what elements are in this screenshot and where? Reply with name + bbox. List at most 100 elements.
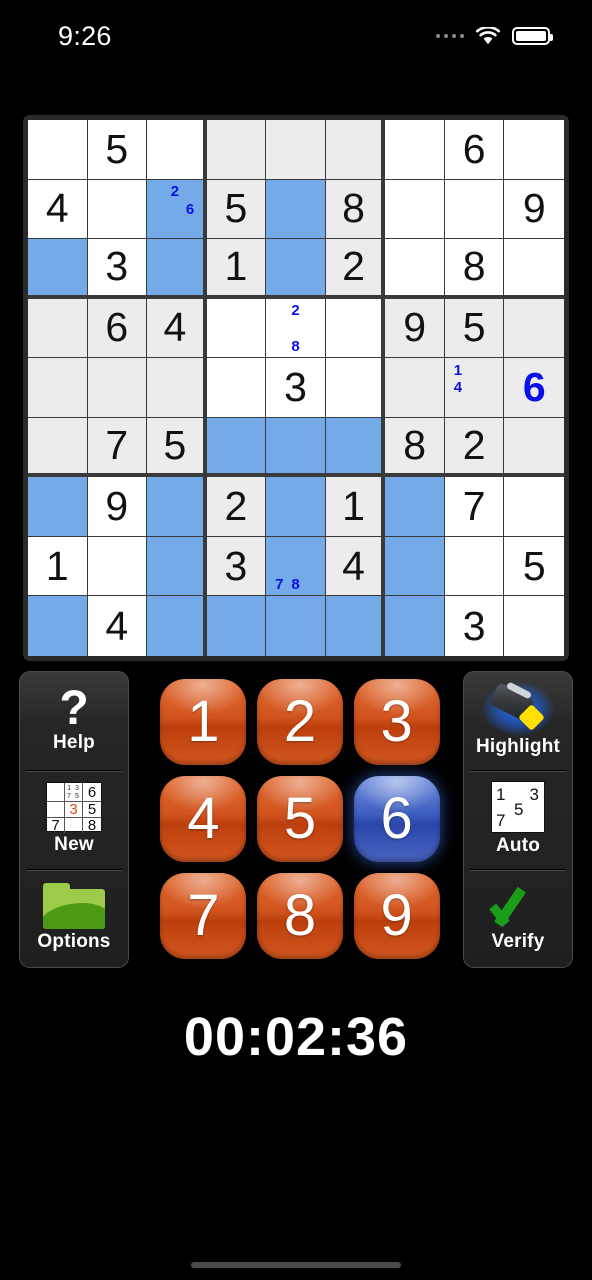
sudoku-cell-r7c2[interactable]: 9: [87, 477, 148, 537]
sudoku-cell-r5c9[interactable]: 6: [504, 358, 564, 418]
sudoku-cell-r8c2[interactable]: [87, 536, 148, 597]
sudoku-cell-r8c1[interactable]: 1: [28, 536, 88, 597]
numpad-button-6[interactable]: 6: [353, 775, 440, 862]
sudoku-cell-r5c4[interactable]: [206, 358, 267, 418]
sudoku-cell-r4c6[interactable]: [325, 298, 386, 359]
sudoku-cell-r5c1[interactable]: [28, 358, 88, 418]
sudoku-cell-r7c9[interactable]: [504, 477, 564, 537]
numpad-button-1[interactable]: 1: [160, 679, 247, 766]
auto-button[interactable]: 1 3 5 7 Auto: [464, 770, 572, 868]
sudoku-cell-r8c9[interactable]: 5: [504, 536, 564, 597]
sudoku-cell-r3c9[interactable]: [504, 239, 564, 299]
sudoku-cell-r8c5[interactable]: 78: [266, 536, 326, 597]
sudoku-cell-r7c3[interactable]: [147, 477, 207, 537]
sudoku-cell-r4c4[interactable]: [206, 298, 267, 359]
sudoku-cell-r1c8[interactable]: 6: [444, 120, 505, 180]
sudoku-cell-r9c9[interactable]: [504, 596, 564, 656]
sudoku-cell-r9c3[interactable]: [147, 596, 207, 656]
sudoku-cell-r1c5[interactable]: [266, 120, 326, 180]
highlight-button[interactable]: Highlight: [464, 672, 572, 770]
new-game-button[interactable]: 1 37 5 6 3 5 7 8 New: [20, 770, 128, 868]
sudoku-cell-r8c4[interactable]: 3: [206, 536, 267, 597]
sudoku-cell-r4c3[interactable]: 4: [147, 298, 207, 359]
options-button[interactable]: Options: [20, 868, 128, 967]
numpad-button-8[interactable]: 8: [256, 872, 343, 959]
sudoku-cell-r6c1[interactable]: [28, 417, 88, 478]
sudoku-grid[interactable]: 56426589312864289531467582921713784543: [28, 120, 564, 656]
sudoku-cell-r8c3[interactable]: [147, 536, 207, 597]
sudoku-cell-r8c8[interactable]: [444, 536, 505, 597]
cell-value: 3: [284, 363, 307, 410]
sudoku-cell-r6c5[interactable]: [266, 417, 326, 478]
sudoku-cell-r3c1[interactable]: [28, 239, 88, 299]
sudoku-cell-r4c8[interactable]: 5: [444, 298, 505, 359]
sudoku-cell-r5c6[interactable]: [325, 358, 386, 418]
sudoku-cell-r1c7[interactable]: [385, 120, 445, 180]
sudoku-cell-r2c5[interactable]: [266, 179, 326, 240]
sudoku-cell-r2c2[interactable]: [87, 179, 148, 240]
numpad-button-5[interactable]: 5: [256, 775, 343, 862]
sudoku-cell-r8c6[interactable]: 4: [325, 536, 386, 597]
numpad-button-7[interactable]: 7: [160, 872, 247, 959]
sudoku-cell-r2c8[interactable]: [444, 179, 505, 240]
numpad-button-3[interactable]: 3: [353, 679, 440, 766]
sudoku-cell-r7c5[interactable]: [266, 477, 326, 537]
sudoku-cell-r3c3[interactable]: [147, 239, 207, 299]
help-button[interactable]: ? Help: [20, 672, 128, 770]
sudoku-cell-r7c1[interactable]: [28, 477, 88, 537]
sudoku-cell-r1c2[interactable]: 5: [87, 120, 148, 180]
sudoku-cell-r3c7[interactable]: [385, 239, 445, 299]
numpad-button-label: 3: [380, 689, 413, 755]
sudoku-cell-r9c4[interactable]: [206, 596, 267, 656]
sudoku-cell-r7c4[interactable]: 2: [206, 477, 267, 537]
sudoku-cell-r8c7[interactable]: [385, 536, 445, 597]
sudoku-cell-r1c4[interactable]: [206, 120, 267, 180]
verify-button[interactable]: Verify: [464, 868, 572, 967]
sudoku-cell-r5c5[interactable]: 3: [266, 358, 326, 418]
sudoku-cell-r9c2[interactable]: 4: [87, 596, 148, 656]
sudoku-cell-r2c3[interactable]: 26: [147, 179, 207, 240]
sudoku-cell-r9c7[interactable]: [385, 596, 445, 656]
sudoku-cell-r4c2[interactable]: 6: [87, 298, 148, 359]
sudoku-cell-r4c9[interactable]: [504, 298, 564, 359]
sudoku-cell-r3c8[interactable]: 8: [444, 239, 505, 299]
sudoku-cell-r7c8[interactable]: 7: [444, 477, 505, 537]
sudoku-cell-r2c4[interactable]: 5: [206, 179, 267, 240]
sudoku-cell-r6c2[interactable]: 7: [87, 417, 148, 478]
sudoku-cell-r4c1[interactable]: [28, 298, 88, 359]
sudoku-cell-r1c3[interactable]: [147, 120, 207, 180]
sudoku-cell-r3c5[interactable]: [266, 239, 326, 299]
note-slot-9: [304, 337, 320, 355]
sudoku-cell-r5c7[interactable]: [385, 358, 445, 418]
sudoku-cell-r6c9[interactable]: [504, 417, 564, 478]
sudoku-cell-r6c4[interactable]: [206, 417, 267, 478]
sudoku-cell-r2c6[interactable]: 8: [325, 179, 386, 240]
sudoku-cell-r4c5[interactable]: 28: [266, 298, 326, 359]
sudoku-cell-r9c8[interactable]: 3: [444, 596, 505, 656]
sudoku-cell-r6c6[interactable]: [325, 417, 386, 478]
sudoku-cell-r3c4[interactable]: 1: [206, 239, 267, 299]
sudoku-cell-r9c5[interactable]: [266, 596, 326, 656]
sudoku-cell-r6c3[interactable]: 5: [147, 417, 207, 478]
sudoku-cell-r7c6[interactable]: 1: [325, 477, 386, 537]
sudoku-cell-r4c7[interactable]: 9: [385, 298, 445, 359]
sudoku-cell-r3c2[interactable]: 3: [87, 239, 148, 299]
sudoku-cell-r2c1[interactable]: 4: [28, 179, 88, 240]
sudoku-cell-r6c8[interactable]: 2: [444, 417, 505, 478]
sudoku-cell-r9c6[interactable]: [325, 596, 386, 656]
sudoku-cell-r7c7[interactable]: [385, 477, 445, 537]
sudoku-cell-r1c6[interactable]: [325, 120, 386, 180]
sudoku-cell-r2c7[interactable]: [385, 179, 445, 240]
sudoku-cell-r5c8[interactable]: 14: [444, 358, 505, 418]
numpad-button-9[interactable]: 9: [353, 872, 440, 959]
sudoku-cell-r3c6[interactable]: 2: [325, 239, 386, 299]
sudoku-cell-r5c3[interactable]: [147, 358, 207, 418]
numpad-button-4[interactable]: 4: [160, 775, 247, 862]
numpad-button-2[interactable]: 2: [256, 679, 343, 766]
sudoku-cell-r1c9[interactable]: [504, 120, 564, 180]
sudoku-cell-r9c1[interactable]: [28, 596, 88, 656]
sudoku-cell-r1c1[interactable]: [28, 120, 88, 180]
sudoku-cell-r2c9[interactable]: 9: [504, 179, 564, 240]
sudoku-cell-r5c2[interactable]: [87, 358, 148, 418]
sudoku-cell-r6c7[interactable]: 8: [385, 417, 445, 478]
